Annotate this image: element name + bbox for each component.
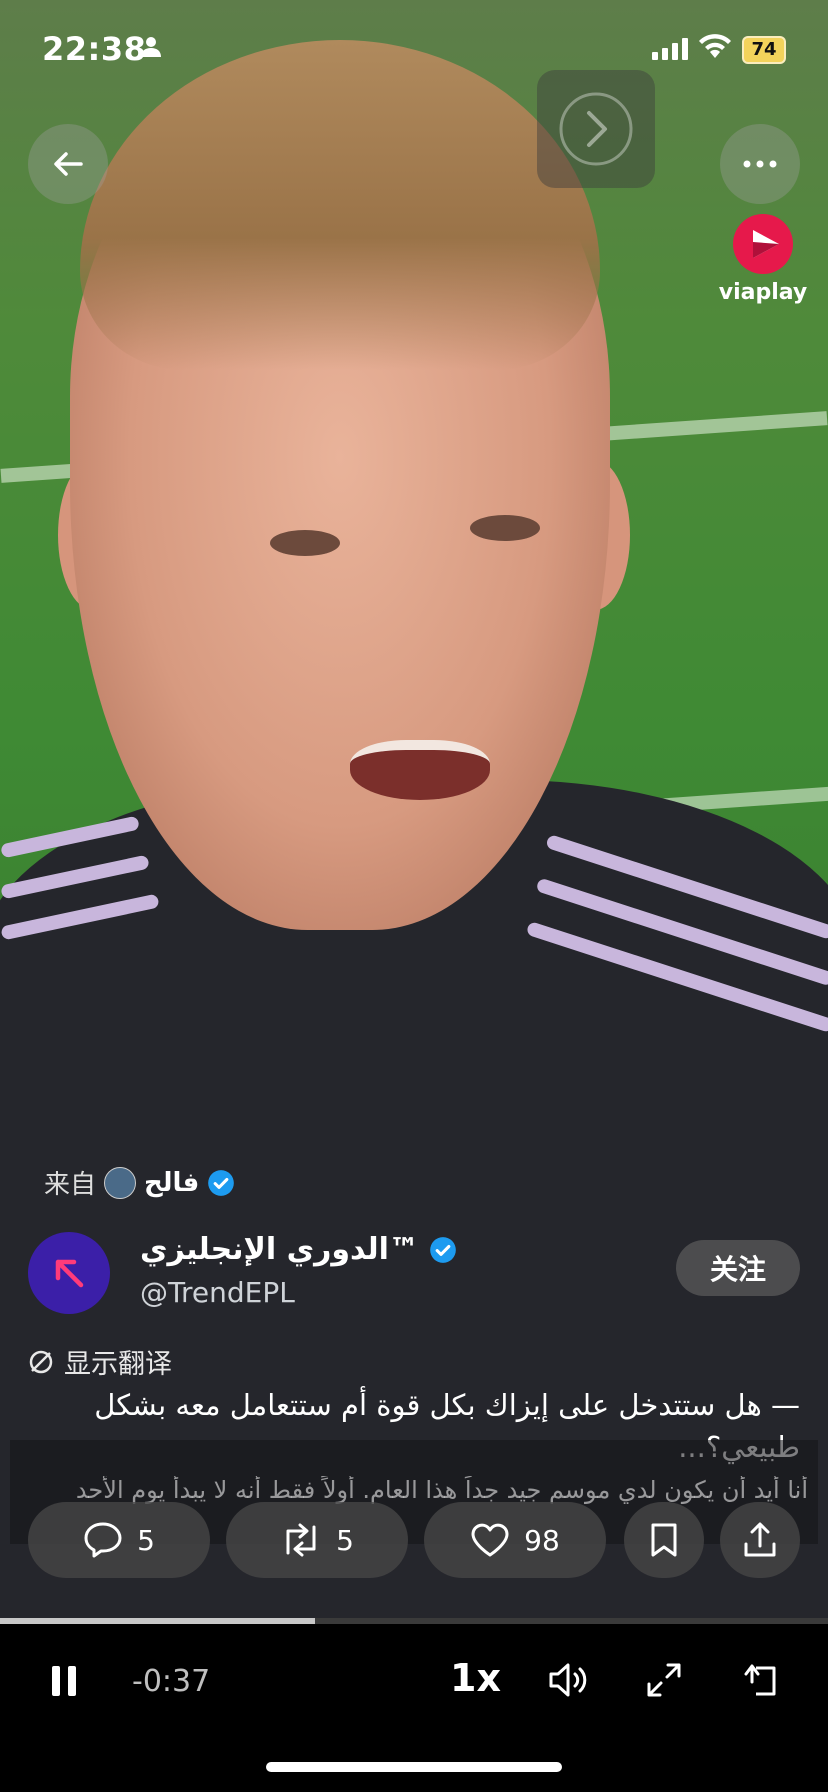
next-video-button[interactable] — [537, 70, 655, 188]
author-display-name: الدوري الإنجليزي™ — [140, 1232, 419, 1267]
source-name: فالح — [144, 1167, 200, 1198]
viaplay-logo: viaplay — [718, 212, 808, 305]
volume-button[interactable] — [548, 1662, 588, 1702]
author-name-row[interactable]: الدوري الإنجليزي™ — [140, 1232, 457, 1267]
reply-count: 5 — [137, 1523, 155, 1557]
heart-icon — [471, 1523, 509, 1557]
reply-button[interactable]: 5 — [28, 1502, 210, 1578]
like-button[interactable]: 98 — [424, 1502, 606, 1578]
pause-icon — [52, 1666, 76, 1696]
arrow-left-icon — [54, 152, 83, 176]
eye — [270, 530, 340, 556]
show-translation-button[interactable]: 显示翻译 — [28, 1342, 172, 1381]
like-count: 98 — [524, 1523, 560, 1557]
speaker-icon — [549, 1663, 587, 1697]
expand-icon — [647, 1663, 681, 1697]
viaplay-play-icon — [733, 214, 793, 274]
home-indicator[interactable] — [266, 1762, 562, 1772]
fullscreen-button[interactable] — [646, 1662, 682, 1702]
repost-button[interactable]: 5 — [226, 1502, 408, 1578]
player-hair — [80, 40, 600, 370]
battery-indicator: 74 — [742, 36, 786, 64]
more-options-button[interactable] — [720, 124, 800, 204]
share-button[interactable] — [720, 1502, 800, 1578]
viaplay-wordmark: viaplay — [718, 280, 808, 305]
author-handle[interactable]: @TrendEPL — [140, 1276, 295, 1309]
eye — [470, 515, 540, 541]
repost-source[interactable]: 来自 فالح — [44, 1164, 235, 1201]
repost-icon — [286, 1523, 316, 1557]
person-icon — [140, 36, 162, 62]
playback-speed-button[interactable]: 1x — [450, 1656, 501, 1700]
signal-icon — [652, 38, 690, 64]
bookmark-button[interactable] — [624, 1502, 704, 1578]
mouth — [350, 740, 490, 800]
status-time: 22:38 — [42, 30, 147, 68]
rotate-button[interactable] — [742, 1660, 780, 1702]
pause-button[interactable] — [50, 1664, 78, 1702]
from-prefix: 来自 — [44, 1170, 97, 1200]
arrow-up-left-icon — [55, 1259, 84, 1288]
show-translation-label: 显示翻译 — [64, 1349, 172, 1380]
share-icon — [744, 1522, 776, 1557]
more-icon — [743, 160, 777, 168]
translate-icon — [29, 1350, 53, 1373]
follow-button[interactable]: 关注 — [676, 1240, 800, 1296]
verified-badge-icon — [430, 1236, 456, 1263]
author-avatar[interactable] — [28, 1232, 110, 1314]
time-remaining: -0:37 — [132, 1664, 211, 1699]
bookmark-icon — [651, 1523, 677, 1557]
rotate-icon — [744, 1664, 776, 1696]
verified-badge-icon — [208, 1169, 235, 1196]
chevron-right-circle-icon — [559, 92, 633, 166]
source-avatar — [104, 1166, 137, 1199]
wifi-icon — [698, 34, 732, 64]
reply-icon — [84, 1522, 122, 1558]
back-button[interactable] — [28, 124, 108, 204]
repost-count: 5 — [336, 1523, 354, 1557]
